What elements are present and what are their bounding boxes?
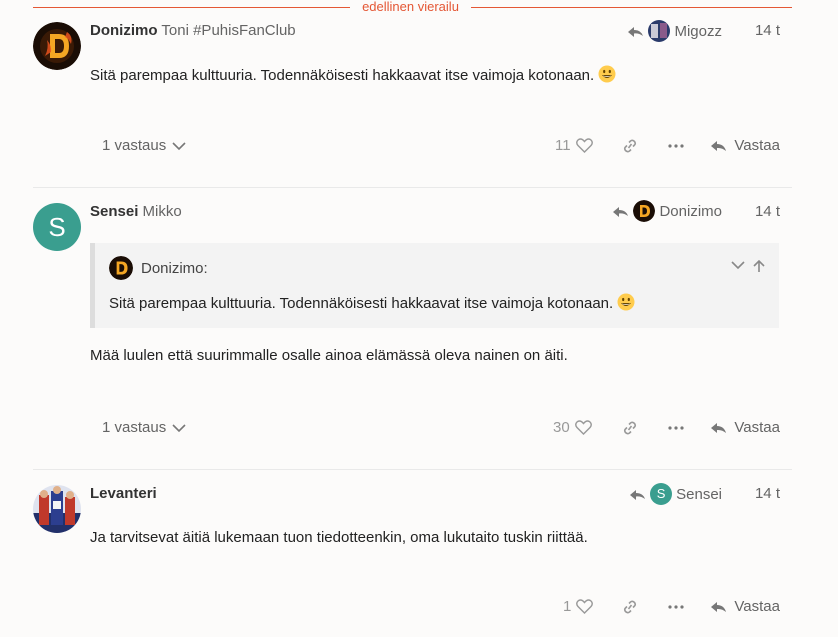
post-separator — [33, 187, 792, 188]
quote-author: Donizimo: — [141, 259, 208, 277]
post-controls: 1 vastaus 11 Vastaa — [90, 137, 792, 157]
reply-to[interactable]: S Sensei — [629, 483, 722, 505]
heart-icon — [576, 599, 594, 614]
reply-to-name: Sensei — [676, 485, 722, 503]
post-text: Sitä parempaa kulttuuria. Todennäköisest… — [90, 67, 595, 84]
quote-controls — [731, 260, 765, 273]
post-date[interactable]: 14 t — [755, 203, 780, 220]
reply-to-avatar — [648, 20, 671, 42]
heart-icon — [574, 420, 592, 435]
like-count: 1 — [563, 598, 572, 615]
post-donizimo: Donizimo Toni #PuhisFanClub Migozz 14 t … — [33, 20, 792, 172]
reply-label: Vastaa — [734, 137, 780, 154]
more-icon[interactable] — [668, 426, 684, 430]
post-meta: Levanteri — [90, 485, 157, 502]
post-body: Sitä parempaa kulttuuria. Todennäköisest… — [90, 65, 616, 84]
post-date[interactable]: 14 t — [755, 485, 780, 502]
reply-to[interactable]: Donizimo — [612, 200, 722, 222]
reply-button[interactable]: Vastaa — [710, 137, 780, 154]
link-icon[interactable] — [622, 421, 638, 435]
link-icon[interactable] — [622, 600, 638, 614]
full-name: Mikko — [142, 203, 182, 220]
reply-to-name: Donizimo — [659, 202, 722, 220]
more-icon[interactable] — [668, 144, 684, 148]
like-button[interactable]: 30 — [553, 419, 592, 436]
post-text: Ja tarvitsevat äitiä lukemaan tuon tiedo… — [90, 529, 588, 546]
like-button[interactable]: 1 — [563, 598, 594, 615]
reply-label: Vastaa — [734, 419, 780, 436]
show-replies-button[interactable]: 1 vastaus — [102, 419, 186, 436]
last-visit-label: edellinen vierailu — [350, 0, 471, 15]
replies-count: 1 vastaus — [102, 137, 167, 154]
chevron-down-icon — [172, 141, 186, 150]
post-sensei: S Sensei Mikko Donizimo 14 t Donizimo: S… — [33, 200, 792, 453]
avatar[interactable]: S — [33, 203, 81, 251]
post-meta: Donizimo Toni #PuhisFanClub — [90, 22, 296, 39]
reply-arrow-icon — [613, 207, 629, 217]
show-replies-button[interactable]: 1 vastaus — [102, 137, 186, 154]
heart-icon — [575, 138, 593, 153]
username[interactable]: Sensei — [90, 203, 138, 220]
emoji-smiley-icon — [617, 293, 635, 311]
last-visit-line-right — [471, 7, 792, 8]
reply-arrow-icon — [711, 601, 727, 612]
chevron-up-icon[interactable] — [753, 260, 765, 273]
post-levanteri: Levanteri S Sensei 14 t Ja tarvitsevat ä… — [33, 483, 792, 625]
reply-arrow-icon — [630, 490, 646, 500]
emoji-smiley-icon — [598, 65, 616, 83]
link-icon[interactable] — [622, 139, 638, 153]
post-body: Ja tarvitsevat äitiä lukemaan tuon tiedo… — [90, 529, 588, 546]
username[interactable]: Donizimo — [90, 22, 158, 39]
replies-count: 1 vastaus — [102, 419, 167, 436]
like-button[interactable]: 11 — [555, 137, 593, 154]
post-text: Mää luulen että suurimmalle osalle ainoa… — [90, 347, 568, 364]
post-date[interactable]: 14 t — [755, 22, 780, 39]
last-visit-line-left — [33, 7, 350, 8]
like-count: 30 — [553, 419, 570, 436]
reply-arrow-icon — [711, 422, 727, 433]
reply-button[interactable]: Vastaa — [710, 598, 780, 615]
post-separator — [33, 469, 792, 470]
chevron-down-icon[interactable] — [731, 260, 745, 270]
post-controls: 1 Vastaa — [90, 598, 792, 618]
more-icon[interactable] — [668, 605, 684, 609]
reply-arrow-icon — [711, 140, 727, 151]
quote-avatar — [109, 256, 133, 280]
reply-to[interactable]: Migozz — [627, 20, 722, 42]
avatar-letter: S — [48, 212, 66, 242]
reply-label: Vastaa — [734, 598, 780, 615]
post-controls: 1 vastaus 30 Vastaa — [90, 419, 792, 439]
reply-to-avatar: S — [650, 483, 673, 505]
quote-body: Sitä parempaa kulttuuria. Todennäköisest… — [109, 293, 635, 312]
avatar[interactable] — [33, 22, 81, 70]
reply-arrow-icon — [628, 27, 644, 37]
post-meta: Sensei Mikko — [90, 203, 182, 220]
avatar[interactable] — [33, 485, 81, 533]
quote-header: Donizimo: — [109, 256, 208, 280]
like-count: 11 — [555, 137, 571, 154]
username[interactable]: Levanteri — [90, 485, 157, 502]
quote-block: Donizimo: Sitä parempaa kulttuuria. Tode… — [90, 243, 779, 328]
full-name: Toni #PuhisFanClub — [161, 22, 296, 39]
post-body: Mää luulen että suurimmalle osalle ainoa… — [90, 347, 568, 364]
reply-button[interactable]: Vastaa — [710, 419, 780, 436]
reply-to-avatar — [633, 200, 656, 222]
reply-to-avatar-letter: S — [656, 486, 666, 501]
quote-text: Sitä parempaa kulttuuria. Todennäköisest… — [109, 295, 614, 312]
chevron-down-icon — [172, 423, 186, 432]
reply-to-name: Migozz — [674, 22, 722, 40]
